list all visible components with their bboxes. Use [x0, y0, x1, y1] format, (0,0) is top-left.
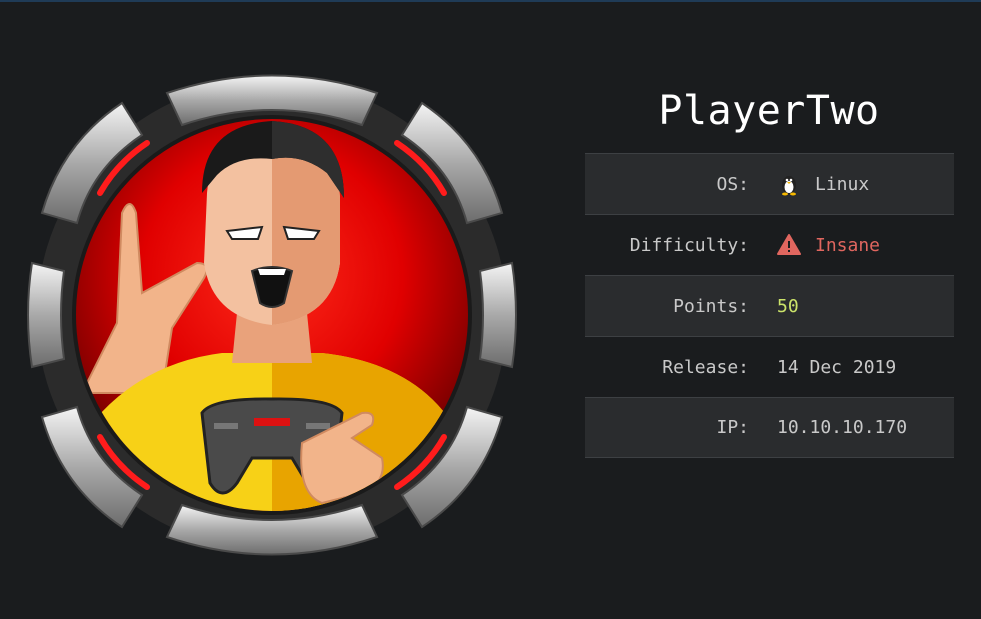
- points-value: 50: [777, 295, 799, 317]
- os-value: Linux: [815, 173, 870, 195]
- difficulty-value: Insane: [815, 234, 881, 256]
- machine-name: PlayerTwo: [658, 88, 880, 134]
- info-row-os: OS: Linux: [585, 153, 954, 214]
- info-row-points: Points: 50: [585, 275, 954, 336]
- info-label: IP:: [716, 417, 749, 438]
- info-value: 10.10.10.170: [777, 417, 907, 438]
- info-value: 50: [777, 296, 799, 317]
- release-value: 14 Dec 2019: [777, 356, 897, 378]
- warning-icon: [777, 234, 801, 255]
- machine-info-table: OS: Linux Difficulty: Insane Points: 50 …: [585, 153, 954, 458]
- info-label: Difficulty:: [629, 234, 749, 256]
- info-label: Points:: [673, 295, 749, 317]
- info-value: Insane: [777, 233, 880, 257]
- info-value: Linux: [777, 172, 869, 196]
- linux-penguin-icon: [782, 176, 796, 196]
- machine-avatar-badge: [27, 74, 517, 556]
- info-value: 14 Dec 2019: [777, 357, 896, 378]
- info-label: Release:: [662, 356, 749, 378]
- ip-value: 10.10.10.170: [777, 417, 908, 438]
- top-accent-line: [0, 0, 981, 2]
- info-row-release: Release: 14 Dec 2019: [585, 336, 954, 397]
- info-row-difficulty: Difficulty: Insane: [585, 214, 954, 275]
- info-row-ip: IP: 10.10.10.170: [585, 397, 954, 458]
- info-label: OS:: [716, 173, 749, 195]
